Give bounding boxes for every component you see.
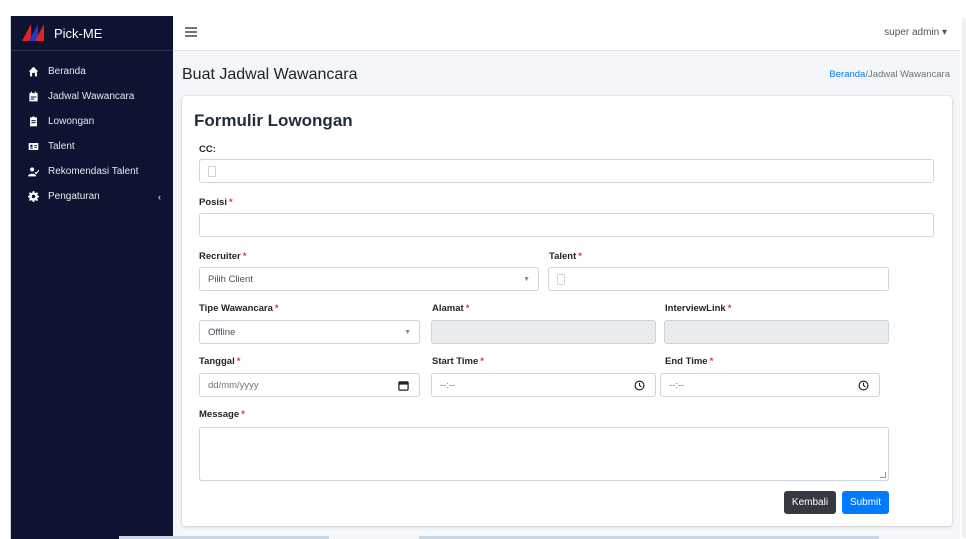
sidebar: Pick-ME Beranda Jadwal Wawancara Lowonga… — [11, 16, 173, 539]
tipe-wawancara-select[interactable]: Offline ▼ — [199, 320, 420, 344]
top-navbar: super admin ▾ — [173, 16, 960, 51]
recruiter-label: Recruiter * — [199, 251, 247, 262]
breadcrumb-home-link[interactable]: Beranda — [829, 69, 865, 80]
end-time-placeholder: --:-- — [669, 379, 685, 391]
sidebar-item-lowongan[interactable]: Lowongan — [11, 109, 173, 134]
home-icon — [27, 66, 39, 78]
message-label: Message * — [199, 409, 245, 420]
end-time-input[interactable]: --:-- — [660, 373, 880, 397]
sidebar-item-rekomendasi-talent[interactable]: Rekomendasi Talent — [11, 159, 173, 184]
sidebar-nav: Beranda Jadwal Wawancara Lowongan Talent — [11, 51, 173, 209]
form-card: Formulir Lowongan CC: Posisi * Recruiter *… — [182, 96, 952, 526]
id-card-icon — [27, 141, 39, 153]
brand-logo-icon — [22, 23, 45, 43]
calendar-icon[interactable] — [398, 380, 409, 391]
talent-label: Talent * — [549, 251, 582, 262]
cc-label: CC: — [199, 144, 216, 155]
recruiter-select-value: Pilih Client — [208, 273, 253, 285]
tipe-wawancara-value: Offline — [208, 326, 236, 338]
sidebar-item-label: Rekomendasi Talent — [48, 166, 139, 177]
gear-icon — [27, 191, 39, 203]
brand-name: Pick-ME — [54, 25, 103, 41]
sidebar-item-beranda[interactable]: Beranda — [11, 59, 173, 84]
start-time-placeholder: --:-- — [440, 379, 456, 391]
posisi-input[interactable] — [199, 213, 934, 237]
tanggal-placeholder: dd/mm/yyyy — [208, 379, 259, 391]
app-window: Pick-ME Beranda Jadwal Wawancara Lowonga… — [10, 16, 960, 539]
talent-input[interactable] — [548, 267, 889, 291]
calendar-icon — [27, 91, 39, 103]
sidebar-item-talent[interactable]: Talent — [11, 134, 173, 159]
resize-handle-icon[interactable] — [880, 472, 886, 478]
alamat-input[interactable] — [431, 320, 656, 344]
talent-tag-box — [557, 273, 565, 285]
cc-tag-box — [208, 165, 216, 177]
sidebar-item-label: Lowongan — [48, 116, 95, 127]
breadcrumb-current: Jadwal Wawancara — [867, 69, 950, 80]
tanggal-label: Tanggal * — [199, 356, 241, 367]
chevron-down-icon: ▼ — [523, 276, 530, 283]
sidebar-item-label: Jadwal Wawancara — [48, 91, 135, 102]
sidebar-item-jadwal-wawancara[interactable]: Jadwal Wawancara — [11, 84, 173, 109]
chevron-left-icon: ‹ — [158, 191, 161, 202]
clock-icon[interactable] — [858, 380, 869, 391]
vertical-scrollbar[interactable] — [962, 18, 966, 538]
user-check-icon — [27, 166, 39, 178]
recruiter-select[interactable]: Pilih Client ▼ — [199, 267, 539, 291]
clock-icon[interactable] — [634, 380, 645, 391]
hamburger-menu-icon[interactable] — [185, 27, 197, 37]
user-menu-dropdown[interactable]: super admin ▾ — [884, 27, 947, 38]
message-textarea[interactable] — [199, 427, 889, 481]
kembali-button[interactable]: Kembali — [784, 491, 836, 514]
submit-button[interactable]: Submit — [842, 491, 889, 514]
form-title: Formulir Lowongan — [194, 111, 353, 130]
clipboard-icon — [27, 116, 39, 128]
alamat-label: Alamat * — [432, 303, 470, 314]
tipe-wawancara-label: Tipe Wawancara * — [199, 303, 279, 314]
tanggal-date-input[interactable]: dd/mm/yyyy — [199, 373, 420, 397]
posisi-label: Posisi * — [199, 197, 233, 208]
brand[interactable]: Pick-ME — [11, 16, 173, 51]
breadcrumb: Beranda/Jadwal Wawancara — [829, 69, 950, 80]
sidebar-item-label: Talent — [48, 141, 75, 152]
chevron-down-icon: ▼ — [404, 329, 411, 336]
sidebar-item-label: Pengaturan — [48, 191, 100, 202]
start-time-input[interactable]: --:-- — [431, 373, 656, 397]
cc-input[interactable] — [199, 159, 934, 183]
sidebar-item-pengaturan[interactable]: Pengaturan ‹ — [11, 184, 173, 209]
start-time-label: Start Time * — [432, 356, 484, 367]
sidebar-item-label: Beranda — [48, 66, 86, 77]
interview-link-input[interactable] — [664, 320, 889, 344]
interview-link-label: InterviewLink * — [665, 303, 732, 314]
end-time-label: End Time * — [665, 356, 714, 367]
page-title: Buat Jadwal Wawancara — [182, 66, 358, 83]
